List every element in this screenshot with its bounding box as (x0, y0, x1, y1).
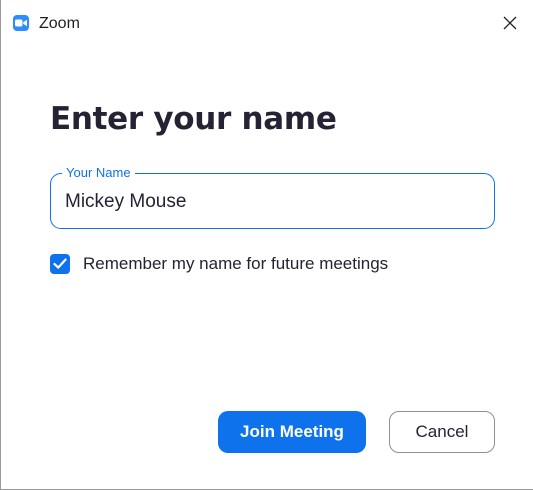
close-icon (503, 16, 517, 30)
join-meeting-button[interactable]: Join Meeting (218, 411, 366, 453)
checkmark-icon (53, 258, 67, 269)
title-bar: Zoom (1, 0, 533, 46)
your-name-input[interactable] (65, 188, 475, 216)
your-name-label: Your Name (62, 165, 135, 181)
dialog-heading: Enter your name (50, 101, 337, 137)
zoom-name-dialog: Zoom Enter your name Your Name Remember … (0, 0, 533, 490)
remember-name-checkbox[interactable] (50, 254, 70, 274)
zoom-logo-icon (13, 15, 29, 31)
cancel-button[interactable]: Cancel (389, 411, 495, 453)
window-title: Zoom (39, 15, 80, 32)
your-name-field[interactable]: Your Name (50, 165, 495, 229)
remember-name-label[interactable]: Remember my name for future meetings (83, 254, 388, 274)
close-button[interactable] (489, 4, 533, 42)
